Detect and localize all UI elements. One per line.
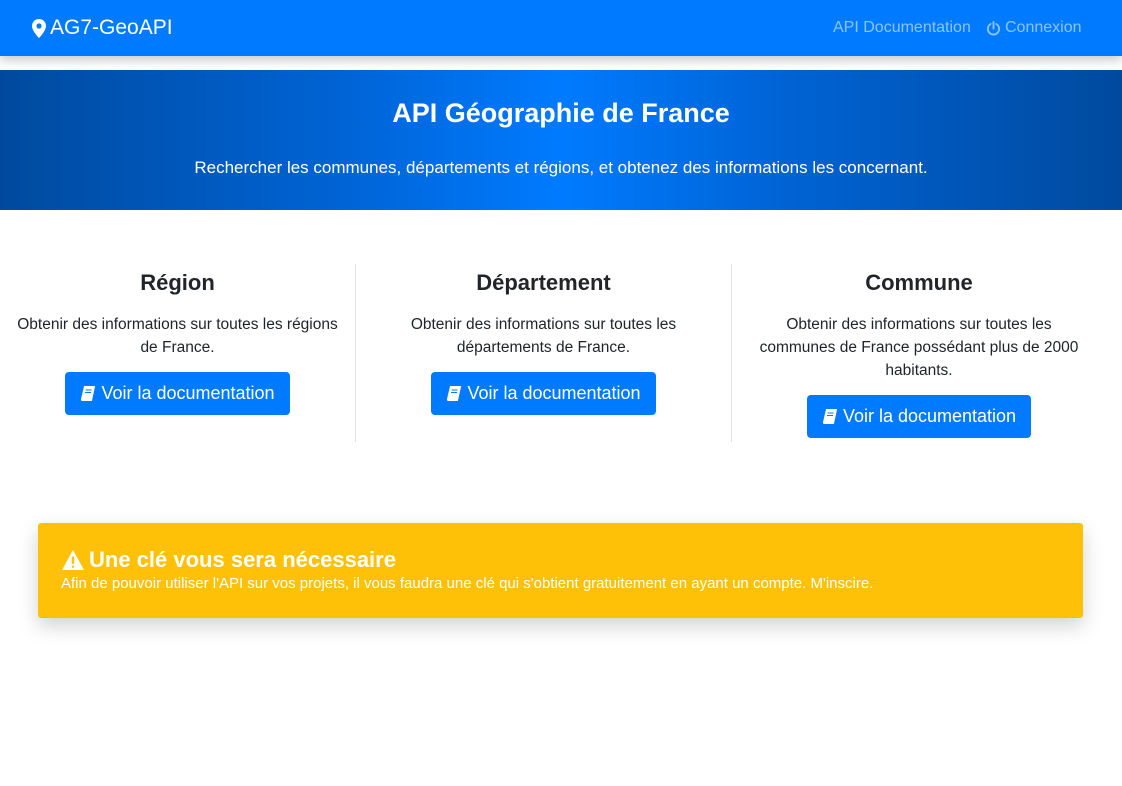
card-title: Département	[476, 270, 611, 295]
card-title: Commune	[865, 270, 973, 295]
book-icon	[822, 409, 837, 424]
alert-heading: Une clé vous sera nécessaire	[61, 546, 1083, 574]
commune-documentation-button[interactable]: Voir la documentation	[806, 395, 1032, 438]
card-description: Obtenir des informations sur toutes les …	[17, 316, 338, 356]
card-description: Obtenir des informations sur toutes les …	[759, 316, 1079, 379]
nav-api-documentation[interactable]: API Documentation	[833, 18, 971, 38]
api-key-alert: Une clé vous sera nécessaire Afin de pou…	[38, 523, 1083, 618]
nav-connexion[interactable]: Connexion	[986, 18, 1082, 38]
power-icon	[986, 20, 1001, 35]
nav-api-documentation-label: API Documentation	[833, 19, 971, 36]
card-title: Région	[140, 270, 215, 295]
departement-documentation-button[interactable]: Voir la documentation	[431, 372, 656, 415]
region-documentation-button[interactable]: Voir la documentation	[65, 372, 290, 415]
book-icon	[447, 386, 462, 401]
card-commune: Commune Obtenir des informations sur tou…	[731, 264, 1106, 442]
card-description: Obtenir des informations sur toutes les …	[410, 316, 677, 356]
map-marker-icon	[32, 18, 46, 38]
book-icon	[81, 386, 96, 401]
page-title: API Géographie de France	[392, 98, 730, 128]
card-region: Région Obtenir des informations sur tout…	[0, 264, 355, 442]
brand-link[interactable]: AG7-GeoAPI	[32, 14, 173, 42]
navbar: AG7-GeoAPI API Documentation Connexion	[0, 0, 1122, 56]
button-label: Voir la documentation	[467, 383, 641, 403]
alert-text: Afin de pouvoir utiliser l'API sur vos p…	[61, 575, 874, 592]
brand-label: AG7-GeoAPI	[50, 16, 173, 39]
button-label: Voir la documentation	[101, 383, 275, 403]
hero-subtitle: Rechercher les communes, départements et…	[194, 158, 928, 177]
nav-connexion-label: Connexion	[1005, 19, 1082, 36]
hero-banner: API Géographie de France Rechercher les …	[0, 70, 1122, 210]
card-departement: Département Obtenir des informations sur…	[355, 264, 731, 442]
button-label: Voir la documentation	[842, 406, 1017, 426]
warning-icon	[62, 550, 84, 570]
alert-title: Une clé vous sera nécessaire	[89, 547, 396, 572]
